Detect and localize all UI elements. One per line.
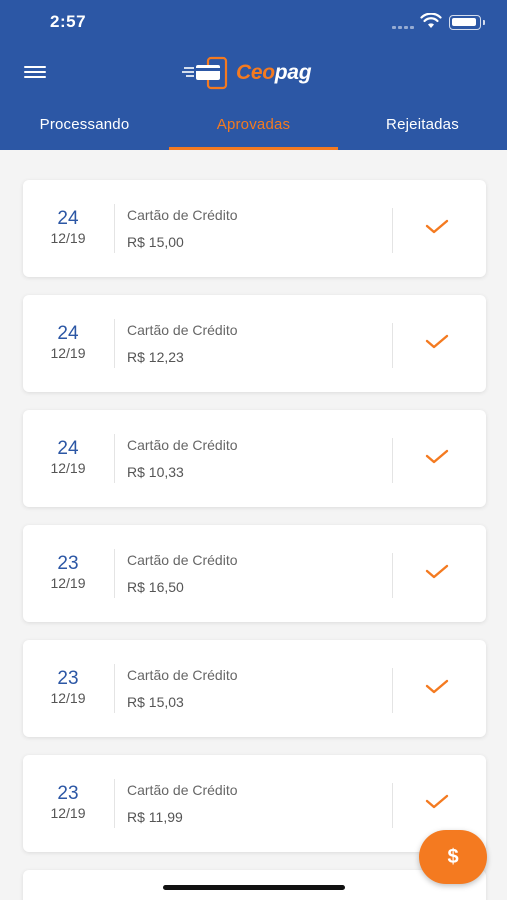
transaction-card[interactable]: 24 12/19 Cartão de Crédito R$ 12,23 <box>23 295 486 392</box>
transaction-card[interactable]: 23 12/19 Cartão de Crédito R$ 11,99 <box>23 755 486 852</box>
divider <box>114 779 115 828</box>
transaction-amount: R$ 12,23 <box>127 349 184 365</box>
payment-method: Cartão de Crédito <box>127 782 238 798</box>
transaction-day: 23 <box>57 553 79 574</box>
divider <box>392 208 393 253</box>
transaction-info: Cartão de Crédito R$ 10,33 <box>127 437 238 480</box>
payment-method: Cartão de Crédito <box>127 437 238 453</box>
logo-text-ceo: Ceo <box>236 61 275 84</box>
cellular-signal-icon <box>392 26 414 29</box>
transaction-amount: R$ 11,99 <box>127 809 183 825</box>
transaction-date: 24 12/19 <box>33 438 103 476</box>
transaction-card[interactable]: 24 12/19 Cartão de Crédito R$ 15,00 <box>23 180 486 277</box>
transaction-info: Cartão de Crédito R$ 15,03 <box>127 667 238 710</box>
transaction-day: 24 <box>57 208 79 229</box>
transaction-day: 24 <box>57 438 79 459</box>
check-icon[interactable] <box>425 218 449 236</box>
transaction-info: Cartão de Crédito R$ 11,99 <box>127 782 238 825</box>
transaction-amount: R$ 10,33 <box>127 464 184 480</box>
transaction-month: 12/19 <box>50 460 86 476</box>
transaction-card[interactable]: 24 12/19 Cartão de Crédito R$ 10,33 <box>23 410 486 507</box>
divider <box>114 319 115 368</box>
transaction-month: 12/19 <box>50 230 86 246</box>
app-header: 2:57 Ceopag Processando Aprovadas Rejeit… <box>0 0 507 150</box>
transaction-amount: R$ 15,03 <box>127 694 184 710</box>
new-charge-button[interactable]: $ <box>419 830 487 884</box>
dollar-icon: $ <box>447 845 459 868</box>
divider <box>392 438 393 483</box>
transaction-amount: R$ 15,00 <box>127 234 184 250</box>
payment-method: Cartão de Crédito <box>127 322 238 338</box>
divider <box>114 549 115 598</box>
transaction-date: 23 12/19 <box>33 553 103 591</box>
check-icon[interactable] <box>425 563 449 581</box>
divider <box>114 664 115 713</box>
transaction-info: Cartão de Crédito R$ 16,50 <box>127 552 238 595</box>
transaction-month: 12/19 <box>50 575 86 591</box>
divider <box>114 434 115 483</box>
divider <box>392 323 393 368</box>
transaction-card[interactable]: 23 12/19 Cartão de Crédito R$ 15,03 <box>23 640 486 737</box>
tab-rejeitadas[interactable]: Rejeitadas <box>338 106 507 150</box>
divider <box>392 553 393 598</box>
battery-icon <box>449 15 485 30</box>
check-icon[interactable] <box>425 678 449 696</box>
tab-processando[interactable]: Processando <box>0 106 169 150</box>
divider <box>114 204 115 253</box>
logo-card-icon <box>182 56 228 90</box>
check-icon[interactable] <box>425 448 449 466</box>
divider <box>392 668 393 713</box>
payment-method: Cartão de Crédito <box>127 207 238 223</box>
transaction-month: 12/19 <box>50 690 86 706</box>
wifi-icon <box>420 13 442 28</box>
payment-method: Cartão de Crédito <box>127 667 238 683</box>
transaction-day: 23 <box>57 668 79 689</box>
check-icon[interactable] <box>425 793 449 811</box>
transaction-date: 24 12/19 <box>33 208 103 246</box>
transaction-card[interactable]: 23 12/19 Cartão de Crédito R$ 16,50 <box>23 525 486 622</box>
transaction-date: 23 12/19 <box>33 668 103 706</box>
status-time: 2:57 <box>50 12 87 31</box>
transaction-amount: R$ 16,50 <box>127 579 184 595</box>
status-tabs: Processando Aprovadas Rejeitadas <box>0 106 507 150</box>
transaction-list: 24 12/19 Cartão de Crédito R$ 15,00 24 1… <box>23 180 486 870</box>
transaction-date: 23 12/19 <box>33 783 103 821</box>
transaction-info: Cartão de Crédito R$ 15,00 <box>127 207 238 250</box>
check-icon[interactable] <box>425 333 449 351</box>
tab-aprovadas[interactable]: Aprovadas <box>169 106 338 150</box>
transaction-date: 24 12/19 <box>33 323 103 361</box>
status-bar: 2:57 <box>0 0 507 46</box>
transaction-day: 23 <box>57 783 79 804</box>
hamburger-menu-icon[interactable] <box>24 66 48 82</box>
payment-method: Cartão de Crédito <box>127 552 238 568</box>
transaction-info: Cartão de Crédito R$ 12,23 <box>127 322 238 365</box>
app-logo: Ceopag <box>182 56 332 90</box>
home-indicator[interactable] <box>163 885 345 890</box>
transaction-day: 24 <box>57 323 79 344</box>
logo-text-pag: pag <box>274 61 312 84</box>
transaction-month: 12/19 <box>50 345 86 361</box>
transaction-month: 12/19 <box>50 805 86 821</box>
divider <box>392 783 393 828</box>
